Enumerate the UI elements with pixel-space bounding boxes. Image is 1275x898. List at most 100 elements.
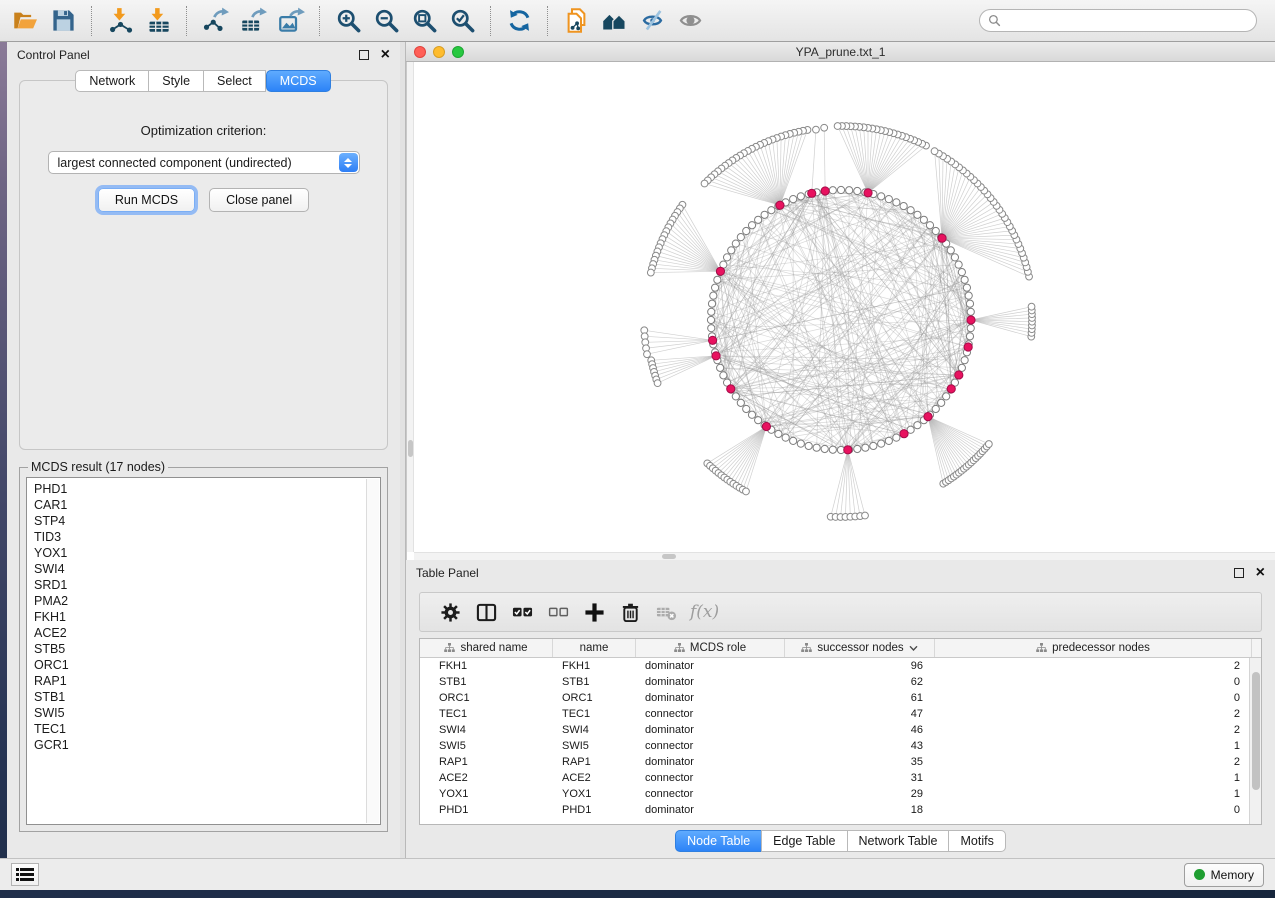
cell-mcds-role[interactable]: dominator [636,690,785,706]
mcds-result-item[interactable]: FKH1 [34,609,380,625]
table-row[interactable]: PHD1PHD1dominator180 [420,802,1261,818]
zoom-selected-button[interactable] [443,3,481,39]
zoom-in-button[interactable] [329,3,367,39]
table-settings-button[interactable] [432,595,468,629]
column-header-name[interactable]: name [553,639,636,657]
table-row[interactable]: ORC1ORC1dominator610 [420,690,1261,706]
cell-name[interactable]: TEC1 [553,706,636,722]
tab-edge-table[interactable]: Edge Table [761,830,847,852]
cell-shared-name[interactable]: SWI4 [420,722,553,738]
tab-node-table[interactable]: Node Table [675,830,762,852]
cell-successor-nodes[interactable]: 31 [785,770,935,786]
network-canvas[interactable] [406,62,1275,560]
cell-predecessor-nodes[interactable]: 2 [935,658,1252,674]
table-scrollbar[interactable] [1249,658,1261,824]
cell-mcds-role[interactable]: dominator [636,658,785,674]
zoom-out-button[interactable] [367,3,405,39]
mcds-result-item[interactable]: STB1 [34,689,380,705]
mcds-result-item[interactable]: ORC1 [34,657,380,673]
table-row[interactable]: YOX1YOX1connector291 [420,786,1261,802]
cell-predecessor-nodes[interactable]: 1 [935,738,1252,754]
mcds-result-item[interactable]: ACE2 [34,625,380,641]
horizontal-scroll-thumb[interactable] [662,554,676,559]
cell-mcds-role[interactable]: dominator [636,754,785,770]
cell-shared-name[interactable]: ORC1 [420,690,553,706]
export-network-button[interactable] [196,3,234,39]
node-table[interactable]: shared namenameMCDS rolesuccessor nodesp… [419,638,1262,825]
run-mcds-button[interactable]: Run MCDS [98,188,195,212]
mcds-result-item[interactable]: PMA2 [34,593,380,609]
birdseye-view-button[interactable] [671,3,709,39]
cell-mcds-role[interactable]: dominator [636,802,785,818]
cell-successor-nodes[interactable]: 96 [785,658,935,674]
mcds-result-item[interactable]: YOX1 [34,545,380,561]
cell-successor-nodes[interactable]: 61 [785,690,935,706]
task-history-button[interactable] [11,863,39,886]
cell-successor-nodes[interactable]: 35 [785,754,935,770]
mcds-result-item[interactable]: PHD1 [34,481,380,497]
vertical-scroll-thumb[interactable] [408,440,413,457]
export-table-button[interactable] [234,3,272,39]
mcds-result-item[interactable]: SRD1 [34,577,380,593]
tab-select[interactable]: Select [203,70,266,92]
mcds-result-item[interactable]: GCR1 [34,737,380,753]
cell-mcds-role[interactable]: connector [636,706,785,722]
tab-network[interactable]: Network [75,70,149,92]
cell-mcds-role[interactable]: connector [636,770,785,786]
table-row[interactable]: SWI5SWI5connector431 [420,738,1261,754]
cell-predecessor-nodes[interactable]: 2 [935,722,1252,738]
table-row[interactable]: SWI4SWI4dominator462 [420,722,1261,738]
table-row[interactable]: TEC1TEC1connector472 [420,706,1261,722]
mcds-result-item[interactable]: STB5 [34,641,380,657]
clone-network-button[interactable] [557,3,595,39]
cell-mcds-role[interactable]: dominator [636,722,785,738]
cell-successor-nodes[interactable]: 46 [785,722,935,738]
table-scroll-thumb[interactable] [1252,672,1260,790]
cell-mcds-role[interactable]: connector [636,786,785,802]
column-header-successor-nodes[interactable]: successor nodes [785,639,935,657]
cell-shared-name[interactable]: ACE2 [420,770,553,786]
mcds-result-item[interactable]: STP4 [34,513,380,529]
table-row[interactable]: RAP1RAP1dominator352 [420,754,1261,770]
delete-column-button[interactable] [612,595,648,629]
float-table-panel-icon[interactable] [1234,568,1244,578]
column-header-mcds-role[interactable]: MCDS role [636,639,785,657]
cell-successor-nodes[interactable]: 62 [785,674,935,690]
add-column-button[interactable] [576,595,612,629]
cell-shared-name[interactable]: FKH1 [420,658,553,674]
cell-shared-name[interactable]: YOX1 [420,786,553,802]
network-graph[interactable] [407,62,1275,558]
network-horizontal-scrollbar[interactable] [414,552,1275,560]
close-mcds-panel-button[interactable]: Close panel [209,188,309,212]
memory-button[interactable]: Memory [1184,863,1264,887]
network-titlebar[interactable]: YPA_prune.txt_1 [406,42,1275,62]
cell-shared-name[interactable]: SWI5 [420,738,553,754]
column-header-predecessor-nodes[interactable]: predecessor nodes [935,639,1252,657]
refresh-network-button[interactable] [500,3,538,39]
open-session-button[interactable] [6,3,44,39]
save-session-button[interactable] [44,3,82,39]
cell-shared-name[interactable]: PHD1 [420,802,553,818]
cell-name[interactable]: ACE2 [553,770,636,786]
cell-mcds-role[interactable]: connector [636,738,785,754]
cell-predecessor-nodes[interactable]: 2 [935,754,1252,770]
cell-predecessor-nodes[interactable]: 2 [935,706,1252,722]
cell-predecessor-nodes[interactable]: 0 [935,690,1252,706]
mcds-result-item[interactable]: TEC1 [34,721,380,737]
tab-network-table[interactable]: Network Table [847,830,950,852]
cell-predecessor-nodes[interactable]: 1 [935,786,1252,802]
cell-name[interactable]: ORC1 [553,690,636,706]
cell-predecessor-nodes[interactable]: 1 [935,770,1252,786]
mcds-result-item[interactable]: RAP1 [34,673,380,689]
mcds-result-item[interactable]: TID3 [34,529,380,545]
table-row[interactable]: FKH1FKH1dominator962 [420,658,1261,674]
cell-predecessor-nodes[interactable]: 0 [935,674,1252,690]
cell-name[interactable]: SWI5 [553,738,636,754]
tab-mcds[interactable]: MCDS [266,70,331,92]
close-table-panel-icon[interactable]: × [1256,568,1265,578]
export-image-button[interactable] [272,3,310,39]
cell-mcds-role[interactable]: dominator [636,674,785,690]
table-row[interactable]: ACE2ACE2connector311 [420,770,1261,786]
cell-predecessor-nodes[interactable]: 0 [935,802,1252,818]
cell-name[interactable]: STB1 [553,674,636,690]
